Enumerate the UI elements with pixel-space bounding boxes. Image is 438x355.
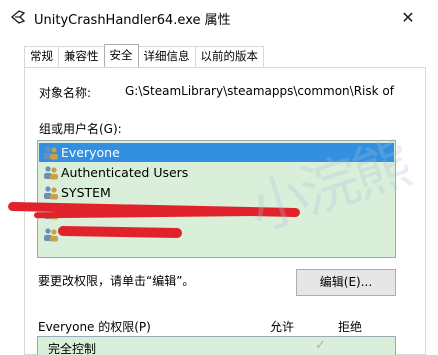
title-bar: UnityCrashHandler64.exe 属性 ✕ [0, 0, 438, 36]
allow-column-header: 允许 [270, 320, 295, 334]
object-name-value: G:\SteamLibrary\steamapps\common\Risk of… [125, 84, 397, 98]
users-icon [43, 165, 59, 180]
change-permissions-hint: 要更改权限，请单击“编辑”。 [38, 274, 195, 288]
users-icon [43, 145, 59, 160]
tab-previous-versions[interactable]: 以前的版本 [194, 46, 264, 67]
deny-column-header: 拒绝 [338, 320, 363, 334]
object-name-label: 对象名称: [39, 86, 92, 100]
groups-label: 组或用户名(G): [39, 122, 122, 136]
user-name: SYSTEM [61, 185, 111, 200]
tab-details[interactable]: 详细信息 [137, 46, 196, 67]
user-name: Authenticated Users [61, 165, 189, 180]
check-icon: ✓ [315, 338, 326, 353]
tab-bar: 常规 兼容性 安全 详细信息 以前的版本 [24, 44, 264, 67]
permissions-list: 完全控制 ✓ [37, 336, 396, 355]
tab-compatibility[interactable]: 兼容性 [58, 46, 105, 67]
tab-security[interactable]: 安全 [103, 44, 139, 67]
users-icon [43, 227, 59, 242]
tab-general[interactable]: 常规 [24, 46, 59, 67]
user-name: Everyone [61, 145, 120, 160]
permission-full-control: 完全控制 [48, 342, 97, 355]
edit-button[interactable]: 编辑(E)... [296, 269, 396, 296]
window-title: UnityCrashHandler64.exe 属性 [34, 13, 231, 28]
app-icon [10, 9, 26, 25]
close-button[interactable]: ✕ [396, 6, 420, 30]
permissions-label: Everyone 的权限(P) [38, 320, 151, 334]
users-icon [43, 185, 59, 200]
redaction-scribble [57, 225, 183, 239]
